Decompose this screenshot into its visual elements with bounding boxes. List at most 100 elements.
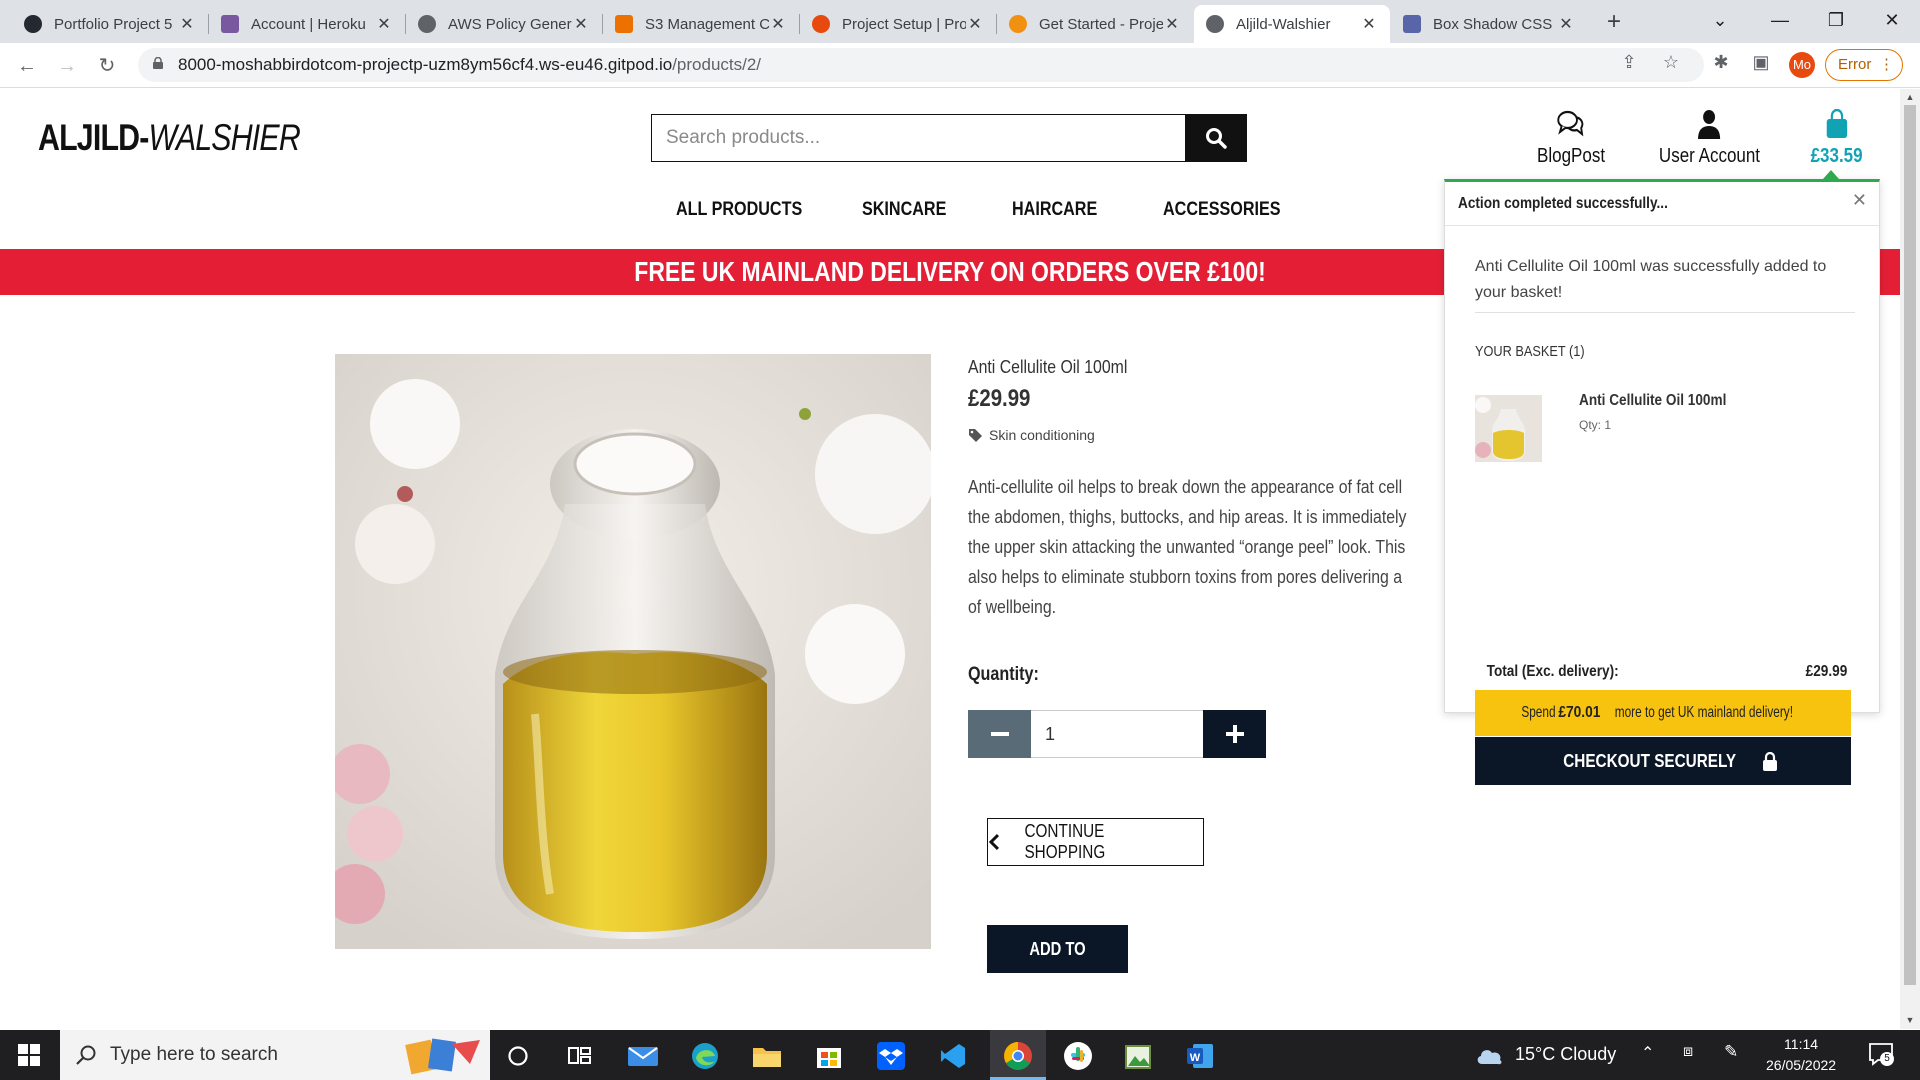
profile-avatar[interactable]: Mo — [1789, 52, 1815, 78]
browser-tab[interactable]: Get Started - Project ✕ — [997, 5, 1193, 43]
tab-close-icon[interactable]: ✕ — [178, 14, 196, 34]
side-panel-icon[interactable]: ▣ — [1748, 52, 1774, 78]
clock[interactable]: 11:14 26/05/2022 — [1766, 1034, 1836, 1076]
file-explorer-icon[interactable] — [747, 1036, 787, 1076]
quantity-label: Quantity: — [968, 664, 1039, 685]
free-delivery-amount: £70.01 — [1558, 704, 1601, 721]
docs-icon — [1009, 15, 1027, 33]
tag-icon — [969, 428, 982, 442]
image-editor-icon[interactable] — [1118, 1036, 1158, 1076]
weather-text[interactable]: 15°C Cloudy — [1515, 1044, 1616, 1065]
more-menu-icon: ⋮ — [1879, 56, 1894, 73]
description-line: also helps to eliminate stubborn toxins … — [968, 567, 1403, 587]
back-button[interactable]: ← — [12, 51, 42, 81]
browser-tab[interactable]: AWS Policy Generator✕ — [406, 5, 602, 43]
checkout-button[interactable]: CHECKOUT SECURELY — [1475, 737, 1851, 785]
maximize-button[interactable]: ❐ — [1808, 0, 1864, 40]
word-icon[interactable]: W — [1180, 1036, 1220, 1076]
tab-close-icon[interactable]: ✕ — [1360, 14, 1378, 34]
tray-chevron-icon[interactable]: ⌃ — [1641, 1043, 1654, 1063]
notifications-icon[interactable]: 5 — [1868, 1042, 1894, 1066]
new-tab-button[interactable]: + — [1600, 8, 1628, 36]
decrement-button[interactable] — [968, 710, 1031, 758]
tab-close-icon[interactable]: ✕ — [1163, 14, 1181, 34]
browser-tab[interactable]: Aljild-Walshier ✕ — [1194, 5, 1390, 43]
increment-button[interactable] — [1203, 710, 1266, 758]
total-label: Total (Exc. delivery): — [1486, 663, 1619, 680]
search-icon — [1205, 128, 1227, 149]
nav-skincare[interactable]: SKINCARE — [862, 199, 946, 221]
nav-haircare[interactable]: HAIRCARE — [1012, 199, 1097, 221]
microsoft-store-icon[interactable] — [809, 1036, 849, 1076]
scrollbar-thumb[interactable] — [1904, 105, 1916, 985]
pen-icon[interactable]: ✎ — [1724, 1042, 1738, 1062]
description-line: the upper skin attacking the unwanted “o… — [968, 537, 1406, 557]
cortana-icon[interactable] — [498, 1036, 538, 1076]
tab-close-icon[interactable]: ✕ — [1557, 14, 1575, 34]
description-line: of wellbeing. — [968, 597, 1057, 617]
scroll-down-icon[interactable]: ▼ — [1905, 1015, 1915, 1025]
share-icon[interactable]: ⇪ — [1618, 52, 1640, 74]
shopping-bag-icon — [1826, 108, 1847, 138]
windows-taskbar: Type here to search W 15°C Cloudy ⌃ ⧈ ✎ … — [0, 1030, 1920, 1080]
mail-icon[interactable] — [623, 1036, 663, 1076]
product-category[interactable]: Skin conditioning — [968, 427, 1095, 443]
slack-icon[interactable] — [1058, 1036, 1098, 1076]
add-to-basket-button[interactable]: ADD TO BASKET — [987, 925, 1128, 1007]
blog-link[interactable]: BlogPost — [1537, 109, 1605, 168]
web-page: ALJILD-WALSHIER BlogPost User Account £3… — [0, 89, 1900, 1029]
error-button[interactable]: Error ⋮ — [1825, 49, 1903, 81]
basket-heading: YOUR BASKET (1) — [1475, 343, 1585, 360]
tab-close-icon[interactable]: ✕ — [769, 14, 787, 34]
nav-accessories[interactable]: ACCESSORIES — [1163, 199, 1281, 221]
weather-cloud-icon[interactable] — [1475, 1044, 1503, 1071]
browser-tab-strip: Portfolio Project 5 ✕ Account | Heroku ✕ AWS… — [0, 0, 1920, 43]
chevron-left-icon — [988, 833, 1000, 851]
search-input[interactable] — [652, 115, 1185, 161]
tab-search-button[interactable]: ⌄ — [1692, 0, 1748, 40]
meet-now-icon[interactable]: ⧈ — [1683, 1043, 1693, 1061]
description-line: Anti-cellulite oil helps to break down t… — [968, 477, 1403, 497]
basket-link[interactable]: £33.59 — [1811, 108, 1863, 168]
product-image — [335, 354, 931, 949]
chat-bubbles-icon — [1557, 110, 1584, 137]
taskbar-search[interactable]: Type here to search — [60, 1030, 490, 1080]
site-logo[interactable]: ALJILD-WALSHIER — [38, 117, 301, 159]
project-icon — [812, 15, 830, 33]
vscode-icon[interactable] — [933, 1036, 973, 1076]
continue-shopping-button[interactable]: CONTINUE SHOPPING — [987, 818, 1204, 866]
bookmark-star-icon[interactable]: ☆ — [1660, 52, 1682, 74]
nav-all-products[interactable]: ALL PRODUCTS — [676, 199, 802, 221]
chrome-icon[interactable] — [998, 1036, 1038, 1076]
search-button[interactable] — [1185, 115, 1246, 161]
forward-button[interactable]: → — [52, 51, 82, 81]
url-path: /products/2/ — [672, 55, 762, 74]
task-view-icon[interactable] — [560, 1036, 600, 1076]
user-account-link[interactable]: User Account — [1659, 109, 1760, 168]
browser-tab[interactable]: Portfolio Project 5 ✕ — [12, 5, 208, 43]
address-bar[interactable]: 8000-moshabbirdotcom-projectp-uzm8ym56cf… — [138, 48, 1704, 82]
browser-tab[interactable]: Project Setup | Project✕ — [800, 5, 996, 43]
close-window-button[interactable]: ✕ — [1864, 0, 1920, 40]
padlock-icon — [1762, 751, 1777, 771]
reload-button[interactable]: ↻ — [92, 51, 122, 81]
page-scrollbar[interactable]: ▲ ▼ — [1900, 89, 1920, 1029]
dropbox-icon[interactable] — [871, 1036, 911, 1076]
browser-tab[interactable]: Box Shadow CSS ✕ — [1391, 5, 1587, 43]
svg-text:W: W — [1190, 1052, 1201, 1064]
edge-icon[interactable] — [685, 1036, 725, 1076]
clock-date: 26/05/2022 — [1766, 1057, 1837, 1073]
scroll-up-icon[interactable]: ▲ — [1905, 92, 1915, 102]
browser-tab[interactable]: Account | Heroku ✕ — [209, 5, 405, 43]
windows-start-icon[interactable] — [18, 1044, 40, 1071]
minimize-button[interactable]: — — [1752, 0, 1808, 40]
close-icon[interactable]: ✕ — [1852, 190, 1867, 211]
browser-tab[interactable]: S3 Management Console✕ — [603, 5, 799, 43]
quantity-input[interactable]: 1 — [1031, 710, 1203, 758]
tab-close-icon[interactable]: ✕ — [966, 14, 984, 34]
quantity-stepper: 1 — [968, 710, 1266, 758]
tab-close-icon[interactable]: ✕ — [572, 14, 590, 34]
extensions-icon[interactable]: ✱ — [1708, 52, 1734, 78]
tab-close-icon[interactable]: ✕ — [375, 14, 393, 34]
basket-item-name: Anti Cellulite Oil 100ml — [1579, 392, 1727, 409]
